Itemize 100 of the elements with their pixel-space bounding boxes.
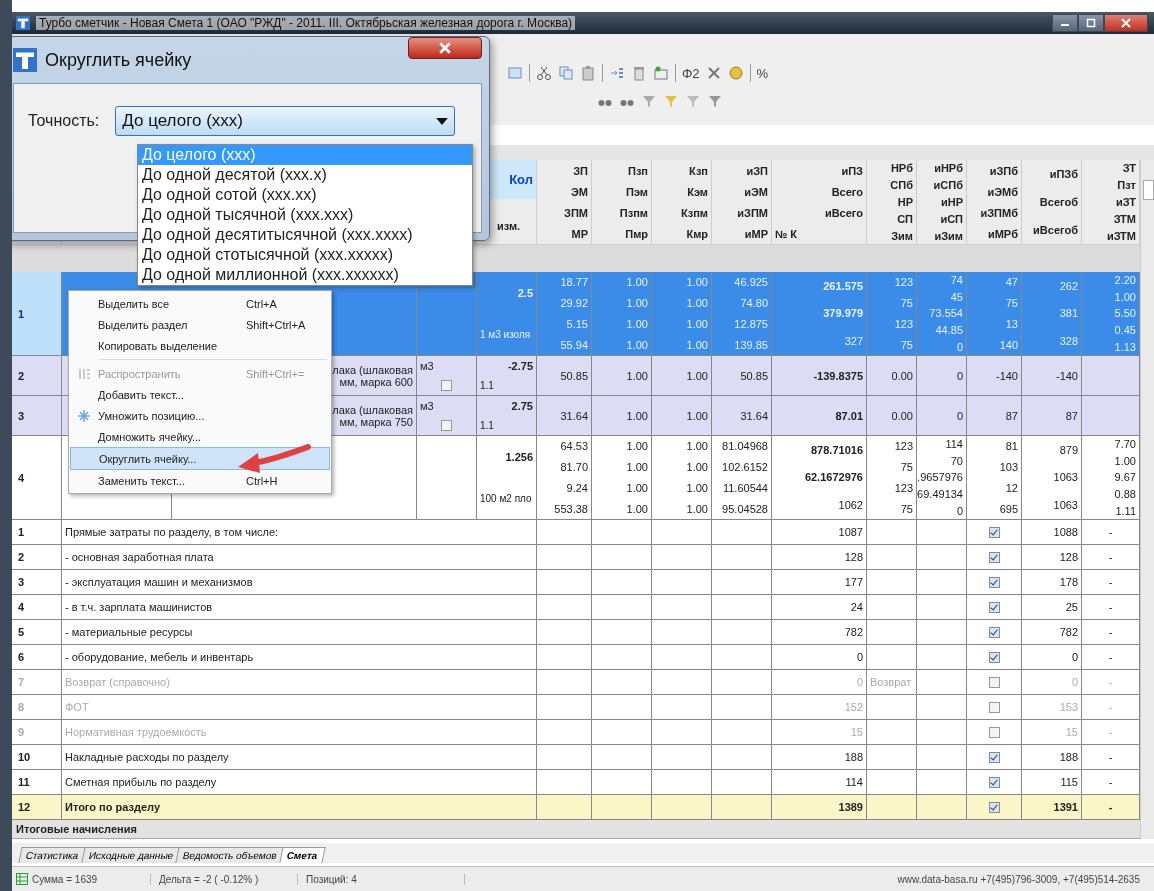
table-cell: 381 xyxy=(1059,307,1078,320)
table-cell: 75 xyxy=(900,502,913,515)
summary-label: - оборудование, мебель и инвентарь xyxy=(65,651,254,663)
summary-label: - основная заработная плата xyxy=(65,551,214,563)
column-header: НР xyxy=(897,196,913,208)
table-cell: 1.00 xyxy=(626,409,648,422)
table-cell: 15 xyxy=(1065,726,1078,738)
table-cell: 1.00 xyxy=(626,481,648,494)
table-cell: 1.00 xyxy=(686,317,708,330)
column-header: Пзт xyxy=(1117,179,1136,192)
table-cell: 1.00 xyxy=(686,481,708,494)
table-cell: - xyxy=(1108,676,1113,688)
row-number: 2 xyxy=(18,551,25,563)
table-cell: 878.71016 xyxy=(811,443,863,456)
table-cell: 87 xyxy=(1005,409,1018,422)
table-cell: 0 xyxy=(856,676,863,688)
table-cell: Возврат xyxy=(870,676,912,688)
table-cell: - xyxy=(1108,776,1113,788)
table-cell: 1.00 xyxy=(1114,290,1136,303)
table-cell: 328 xyxy=(1059,335,1078,348)
column-header: Пэм xyxy=(626,185,648,198)
table-cell: 0.00 xyxy=(891,409,913,422)
status-item: Позиций: 4 xyxy=(298,873,465,885)
table-cell: 1.00 xyxy=(626,461,648,474)
table-cell: -140 xyxy=(995,369,1018,382)
table-cell: 81 xyxy=(1005,440,1018,453)
row-number: 5 xyxy=(18,626,25,638)
table-cell: 0 xyxy=(856,651,863,663)
column-header: Кзп xyxy=(689,164,708,177)
table-cell: 45 xyxy=(950,290,963,303)
table-cell: 69.49134 xyxy=(917,488,963,501)
table-cell: 1.00 xyxy=(626,369,648,382)
table-cell: 178 xyxy=(1059,576,1078,588)
table-cell: 782 xyxy=(1059,626,1078,638)
table-cell: 11.60544 xyxy=(722,481,768,494)
table-cell: - xyxy=(1108,801,1113,813)
table-cell: 44.85 xyxy=(935,324,963,337)
table-cell: 81.70 xyxy=(560,461,588,474)
table-cell: 1.00 xyxy=(686,502,708,515)
column-header: Всегоб xyxy=(1039,196,1078,208)
table-cell: 1.00 xyxy=(686,276,708,289)
column-header: СП xyxy=(897,212,913,225)
column-header: иНРб xyxy=(934,162,963,175)
summary-label: - в т.ч. зарплата машинистов xyxy=(65,601,213,613)
table-cell: 2.20 xyxy=(1114,274,1136,287)
table-cell: 1062 xyxy=(838,499,863,512)
unit-label: м3 xyxy=(420,400,435,412)
table-cell: -140 xyxy=(1055,369,1078,382)
column-header: НРб xyxy=(890,162,913,175)
summary-label: Нормативная трудоемкость xyxy=(65,726,207,738)
table-cell: 0.88 xyxy=(1114,488,1136,501)
table-cell: - xyxy=(1108,601,1113,613)
table-cell: 0.00 xyxy=(891,369,913,382)
item-description: мм, марка 750 xyxy=(339,415,413,428)
table-cell: 75 xyxy=(900,461,913,474)
row-number: 12 xyxy=(18,801,31,813)
table-cell: 74.80 xyxy=(740,297,768,310)
table-cell: 73.554 xyxy=(929,307,963,320)
summary-label: Прямые затраты по разделу, в том числе: xyxy=(65,526,279,538)
table-cell: 24 xyxy=(850,601,863,613)
column-header: Кзпм xyxy=(680,206,708,219)
column-header: ЭМ xyxy=(571,185,588,198)
table-cell: 70 xyxy=(950,454,963,467)
status-contacts: www.data-basa.ru +7(495)796-3009, +7(495)514-2635 xyxy=(897,873,1141,885)
row-number: 11 xyxy=(18,776,30,788)
column-header: иМР xyxy=(744,227,768,240)
table-cell: 1.00 xyxy=(626,317,648,330)
table-cell: 7.70 xyxy=(1114,438,1136,451)
row-number: 7 xyxy=(18,676,25,688)
table-cell: 1.00 xyxy=(686,369,708,382)
row-number: 2 xyxy=(18,369,25,382)
column-header: ЗТМ xyxy=(1113,212,1136,225)
table-cell: 15 xyxy=(850,726,863,738)
column-header: иПЗ xyxy=(841,164,863,177)
table-cell: 879 xyxy=(1059,443,1078,456)
table-cell: - xyxy=(1108,726,1113,738)
table-cell: 1063 xyxy=(1053,499,1078,512)
quantity-value: 1.256 xyxy=(505,451,533,463)
summary-label: ФОТ xyxy=(65,701,89,713)
summary-label: Возврат (справочно) xyxy=(65,676,170,688)
item-description: лака (шлаковая xyxy=(332,363,413,376)
column-header: иВсего xyxy=(824,206,863,219)
table-cell: 0 xyxy=(1071,651,1078,663)
unit-label: м3 xyxy=(420,360,435,372)
table-cell: 75 xyxy=(900,338,913,351)
column-header: иЗПб xyxy=(989,164,1018,177)
table-cell: 103 xyxy=(999,461,1018,474)
table-cell: 0.45 xyxy=(1114,324,1136,337)
table-cell: 1087 xyxy=(838,526,863,538)
column-header: Всего xyxy=(831,185,863,198)
section-title: Итоговые начисления xyxy=(16,823,137,835)
table-cell: 0 xyxy=(956,369,963,382)
quantity-unit: 100 м2 пло xyxy=(480,493,532,504)
table-cell: 0 xyxy=(956,340,963,353)
table-cell: 140 xyxy=(999,338,1018,351)
table-cell: 123 xyxy=(894,276,913,289)
table-cell: 31.64 xyxy=(560,409,588,422)
column-header: иВсегоб xyxy=(1033,224,1078,236)
quantity-unit: 1 м3 изоля xyxy=(480,329,531,340)
table-cell: 0 xyxy=(956,504,963,517)
